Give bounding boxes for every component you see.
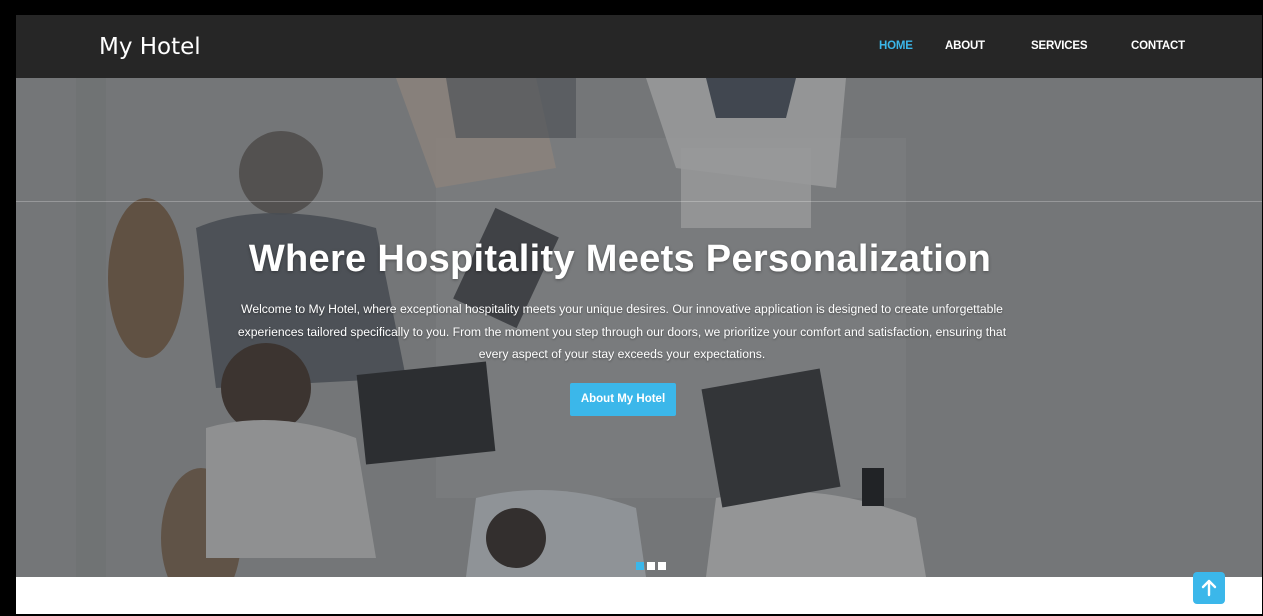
hero-divider	[16, 201, 1262, 202]
page-frame: My Hotel HOME ABOUT SERVICES CONTACT Whe…	[16, 15, 1262, 614]
hero-carousel: Where Hospitality Meets Personalization …	[16, 78, 1262, 577]
about-my-hotel-button[interactable]: About My Hotel	[570, 383, 676, 416]
carousel-indicator-1[interactable]	[636, 562, 644, 570]
hero-description: Welcome to My Hotel, where exceptional h…	[237, 302, 1007, 361]
nav-home[interactable]: HOME	[879, 40, 913, 52]
carousel-indicator-3[interactable]	[658, 562, 666, 570]
arrow-up-icon	[1201, 579, 1217, 597]
nav-services[interactable]: SERVICES	[1031, 40, 1088, 52]
brand-logo[interactable]: My Hotel	[99, 34, 201, 60]
carousel-indicator-2[interactable]	[647, 562, 655, 570]
nav-contact[interactable]: CONTACT	[1131, 40, 1185, 52]
scroll-to-top-button[interactable]	[1193, 572, 1225, 604]
nav-about[interactable]: ABOUT	[945, 40, 985, 52]
hero-title: Where Hospitality Meets Personalization	[248, 238, 992, 280]
navbar: My Hotel HOME ABOUT SERVICES CONTACT	[16, 15, 1262, 78]
